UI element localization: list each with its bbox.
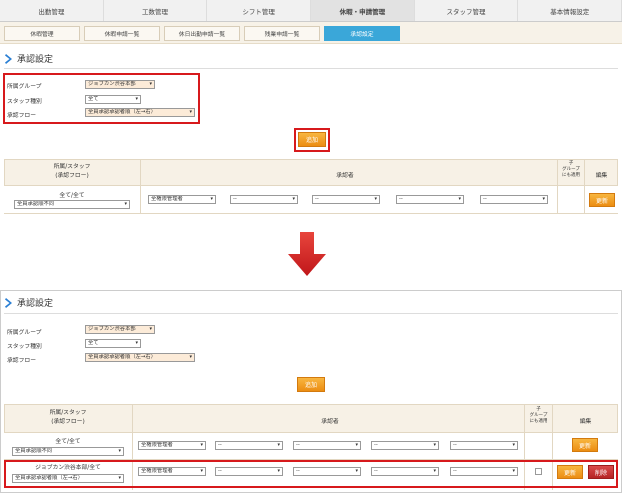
chevron-right-icon [5, 53, 12, 64]
row1-approver-1[interactable]: 全権限管理者 ▾ [148, 195, 216, 204]
result-page-title: 承認設定 [5, 296, 53, 309]
flow-label: 承認フロー [7, 358, 36, 364]
row1-approver-5[interactable]: -- ▾ [450, 441, 518, 450]
row1-name: 全て/全て [59, 193, 85, 199]
row1-approver-2[interactable]: -- ▾ [230, 195, 298, 204]
group-label: 所属グループ [7, 330, 42, 336]
row1-approver-2[interactable]: -- ▾ [215, 441, 283, 450]
form-highlight-box [3, 73, 200, 124]
nav-tab-shift[interactable]: シフト管理 [207, 0, 312, 21]
row1-flow-select[interactable]: 全員承認順不同 ▾ [12, 447, 124, 456]
subtab-holiday-requests[interactable]: 休日出勤申請一覧 [164, 26, 240, 41]
new-row-highlight-box [4, 460, 618, 488]
col-approver-header: 承認者 [321, 419, 339, 425]
sub-nav: 休暇管理 休暇申請一覧 休日出勤申請一覧 残業申請一覧 承認設定 [0, 22, 622, 44]
row1-name: 全て/全て [55, 439, 81, 445]
nav-tab-leave[interactable]: 休暇・申請管理 [311, 0, 415, 21]
row1-approver-1[interactable]: 全権限管理者 ▾ [138, 441, 206, 450]
col-staff-header: 所属/スタッフ (承認フロー) [53, 164, 91, 179]
row1-approver-4[interactable]: -- ▾ [371, 441, 439, 450]
flow-select[interactable]: 全員承認承認者順（左→右） ▾ [85, 353, 195, 362]
arrow-down-icon [288, 232, 326, 276]
row1-update-button[interactable]: 更新 [572, 438, 598, 452]
group-select[interactable]: ジョブカン渋谷本部 ▾ [85, 325, 155, 334]
subtab-leave-manage[interactable]: 休暇管理 [4, 26, 80, 41]
row1-approver-3[interactable]: -- ▾ [312, 195, 380, 204]
subtab-approval-settings[interactable]: 承認設定 [324, 26, 400, 41]
row1-approver-4[interactable]: -- ▾ [396, 195, 464, 204]
nav-tab-basic-settings[interactable]: 基本情報設定 [518, 0, 622, 21]
col-edit-header: 編集 [579, 419, 592, 425]
stafftype-select[interactable]: 全て ▾ [85, 339, 141, 348]
add-highlight-box [294, 128, 330, 152]
add-button[interactable]: 追加 [297, 377, 325, 392]
col-approver-header: 承認者 [336, 173, 354, 179]
col-edit-header: 編集 [595, 173, 608, 179]
chevron-right-icon [5, 297, 12, 308]
divider [4, 68, 618, 69]
subtab-overtime-requests[interactable]: 残業申請一覧 [244, 26, 320, 41]
result-page-title-text: 承認設定 [17, 299, 54, 309]
col-staff-header: 所属/スタッフ (承認フロー) [49, 410, 87, 425]
col-child-header: 子 グループ にも適用 [529, 407, 548, 424]
row1-approver-3[interactable]: -- ▾ [293, 441, 361, 450]
divider [4, 313, 618, 314]
page-title: 承認設定 [5, 52, 53, 65]
row1-flow-select[interactable]: 全員承認順不同 ▾ [14, 200, 130, 209]
stafftype-label: スタッフ種別 [7, 344, 42, 350]
page-title-text: 承認設定 [17, 55, 54, 65]
nav-tab-attendance[interactable]: 出勤管理 [0, 0, 104, 21]
row1-approver-5[interactable]: -- ▾ [480, 195, 548, 204]
nav-tab-manhour[interactable]: 工数管理 [103, 0, 208, 21]
top-nav: 出勤管理 工数管理 シフト管理 休暇・申請管理 スタッフ管理 基本情報設定 [0, 0, 622, 22]
col-child-header: 子 グループ にも適用 [562, 161, 580, 178]
nav-tab-staff[interactable]: スタッフ管理 [414, 0, 519, 21]
row1-update-button[interactable]: 更新 [589, 193, 615, 207]
subtab-leave-requests[interactable]: 休暇申請一覧 [84, 26, 160, 41]
